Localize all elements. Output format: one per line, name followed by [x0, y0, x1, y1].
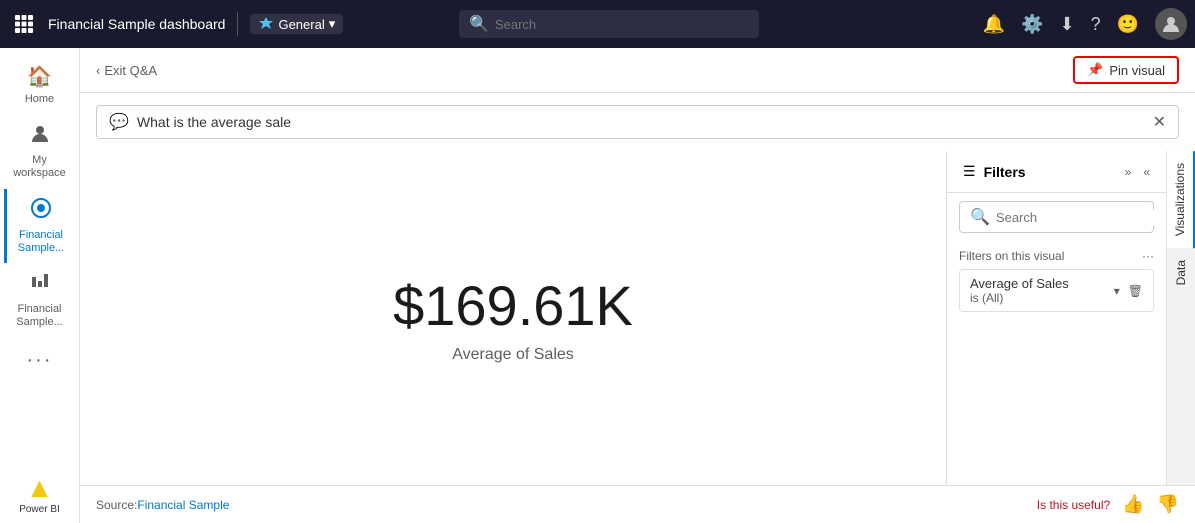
sidebar-financial-report-label: Financial Sample...	[8, 303, 72, 329]
report-icon	[29, 271, 51, 299]
nav-badge[interactable]: General ▾	[250, 14, 343, 34]
sidebar-financial-dashboard-label: Financial Sample...	[11, 229, 72, 255]
dashboard-icon	[30, 197, 52, 225]
filters-title: Filters	[984, 164, 1117, 180]
filter-item-clear-icon[interactable]: 🗑	[1128, 284, 1143, 298]
global-search-input[interactable]	[495, 17, 749, 32]
footer-source-prefix: Source:	[96, 498, 137, 512]
filters-search-input[interactable]	[996, 210, 1172, 225]
pin-icon: 📌	[1087, 62, 1103, 78]
power-bi-icon: ▲	[26, 472, 54, 504]
thumbs-down-icon[interactable]: 👎	[1157, 494, 1179, 515]
sidebar-item-financial-report[interactable]: Financial Sample...	[4, 263, 76, 337]
filters-on-visual-label: Filters on this visual	[959, 249, 1064, 263]
nav-divider	[237, 12, 238, 36]
filters-search-icon: 🔍	[970, 207, 990, 227]
badge-chevron: ▾	[329, 16, 336, 32]
qna-bubble-icon: 💬	[109, 112, 129, 132]
content-area: $169.61K Average of Sales ☰ Filters » « …	[80, 151, 1195, 485]
filters-on-visual-section: Filters on this visual ··· Average of Sa…	[947, 241, 1166, 320]
help-icon[interactable]: ?	[1091, 14, 1101, 35]
qna-input[interactable]	[137, 114, 1145, 130]
exit-qna-label: Exit Q&A	[104, 63, 157, 78]
filters-collapse-icon[interactable]: «	[1143, 165, 1150, 179]
filters-expand-icon[interactable]: »	[1125, 165, 1132, 179]
footer: Source: Financial Sample Is this useful?…	[80, 485, 1195, 523]
qna-toolbar: ‹ Exit Q&A 📌 Pin visual	[80, 48, 1195, 93]
home-icon: 🏠	[27, 64, 52, 89]
side-tabs-panel: Visualizations Data	[1166, 151, 1195, 485]
sidebar-item-financial-dashboard[interactable]: Financial Sample...	[4, 189, 76, 263]
avatar[interactable]	[1155, 8, 1187, 40]
thumbs-up-icon[interactable]: 👍	[1122, 494, 1144, 515]
filters-header: ☰ Filters » «	[947, 151, 1166, 193]
chart-label: Average of Sales	[452, 346, 574, 364]
app-title: Financial Sample dashboard	[48, 16, 225, 32]
download-icon[interactable]: ⬇	[1059, 14, 1074, 35]
tab-visualizations[interactable]: Visualizations	[1167, 151, 1195, 248]
tab-data-label: Data	[1174, 260, 1188, 285]
filter-item: Average of Sales is (All) ▾ 🗑	[959, 269, 1154, 312]
qna-input-container[interactable]: 💬 ✕	[96, 105, 1179, 139]
main-content: ‹ Exit Q&A 📌 Pin visual 💬 ✕ $169.61K Ave…	[80, 48, 1195, 523]
apps-icon[interactable]	[8, 8, 40, 40]
bell-icon[interactable]: 🔔	[983, 14, 1005, 35]
filter-item-chevron[interactable]: ▾	[1114, 284, 1120, 298]
filters-panel: ☰ Filters » « 🔍 Filters on this visual ·…	[946, 151, 1166, 485]
sidebar: 🏠 Home My workspace Financial Sample...	[0, 48, 80, 523]
more-icon: ···	[27, 349, 53, 372]
nav-icon-group: 🔔 ⚙️ ⬇ ? 🙂	[983, 8, 1187, 40]
search-icon: 🔍	[469, 14, 489, 34]
filter-item-content: Average of Sales is (All)	[970, 276, 1106, 305]
footer-right: Is this useful? 👍 👎	[1037, 494, 1179, 515]
chart-area: $169.61K Average of Sales	[80, 151, 946, 485]
sidebar-more-button[interactable]: ···	[4, 341, 76, 380]
filters-more-icon[interactable]: ···	[1142, 249, 1154, 263]
filter-item-label: Average of Sales	[970, 276, 1106, 291]
power-bi-label: Power BI	[19, 504, 60, 515]
tab-visualizations-label: Visualizations	[1173, 163, 1187, 236]
chart-value: $169.61K	[393, 273, 633, 338]
filter-item-value: is (All)	[970, 291, 1106, 305]
badge-label: General	[278, 17, 324, 32]
exit-qna-button[interactable]: ‹ Exit Q&A	[96, 63, 157, 78]
sidebar-item-my-workspace[interactable]: My workspace	[4, 114, 76, 188]
tab-data[interactable]: Data	[1167, 248, 1195, 297]
filters-on-visual-header: Filters on this visual ···	[959, 249, 1154, 263]
pin-visual-label: Pin visual	[1109, 63, 1165, 78]
footer-source-link[interactable]: Financial Sample	[137, 498, 229, 512]
global-search-bar[interactable]: 🔍	[459, 10, 759, 38]
back-chevron-icon: ‹	[96, 63, 100, 78]
sidebar-workspace-label: My workspace	[8, 154, 72, 180]
filter-icon: ☰	[963, 163, 976, 180]
pin-visual-button[interactable]: 📌 Pin visual	[1073, 56, 1179, 84]
sidebar-home-label: Home	[25, 93, 54, 106]
smiley-icon[interactable]: 🙂	[1117, 14, 1139, 35]
top-navigation: Financial Sample dashboard General ▾ 🔍 🔔…	[0, 0, 1195, 48]
power-bi-logo-container: ▲ Power BI	[19, 472, 60, 515]
settings-icon[interactable]: ⚙️	[1021, 14, 1043, 35]
qna-close-icon[interactable]: ✕	[1153, 112, 1166, 132]
sidebar-item-home[interactable]: 🏠 Home	[4, 56, 76, 114]
person-icon	[29, 122, 51, 150]
filters-search-container[interactable]: 🔍	[959, 201, 1154, 233]
is-useful-label: Is this useful?	[1037, 498, 1110, 512]
